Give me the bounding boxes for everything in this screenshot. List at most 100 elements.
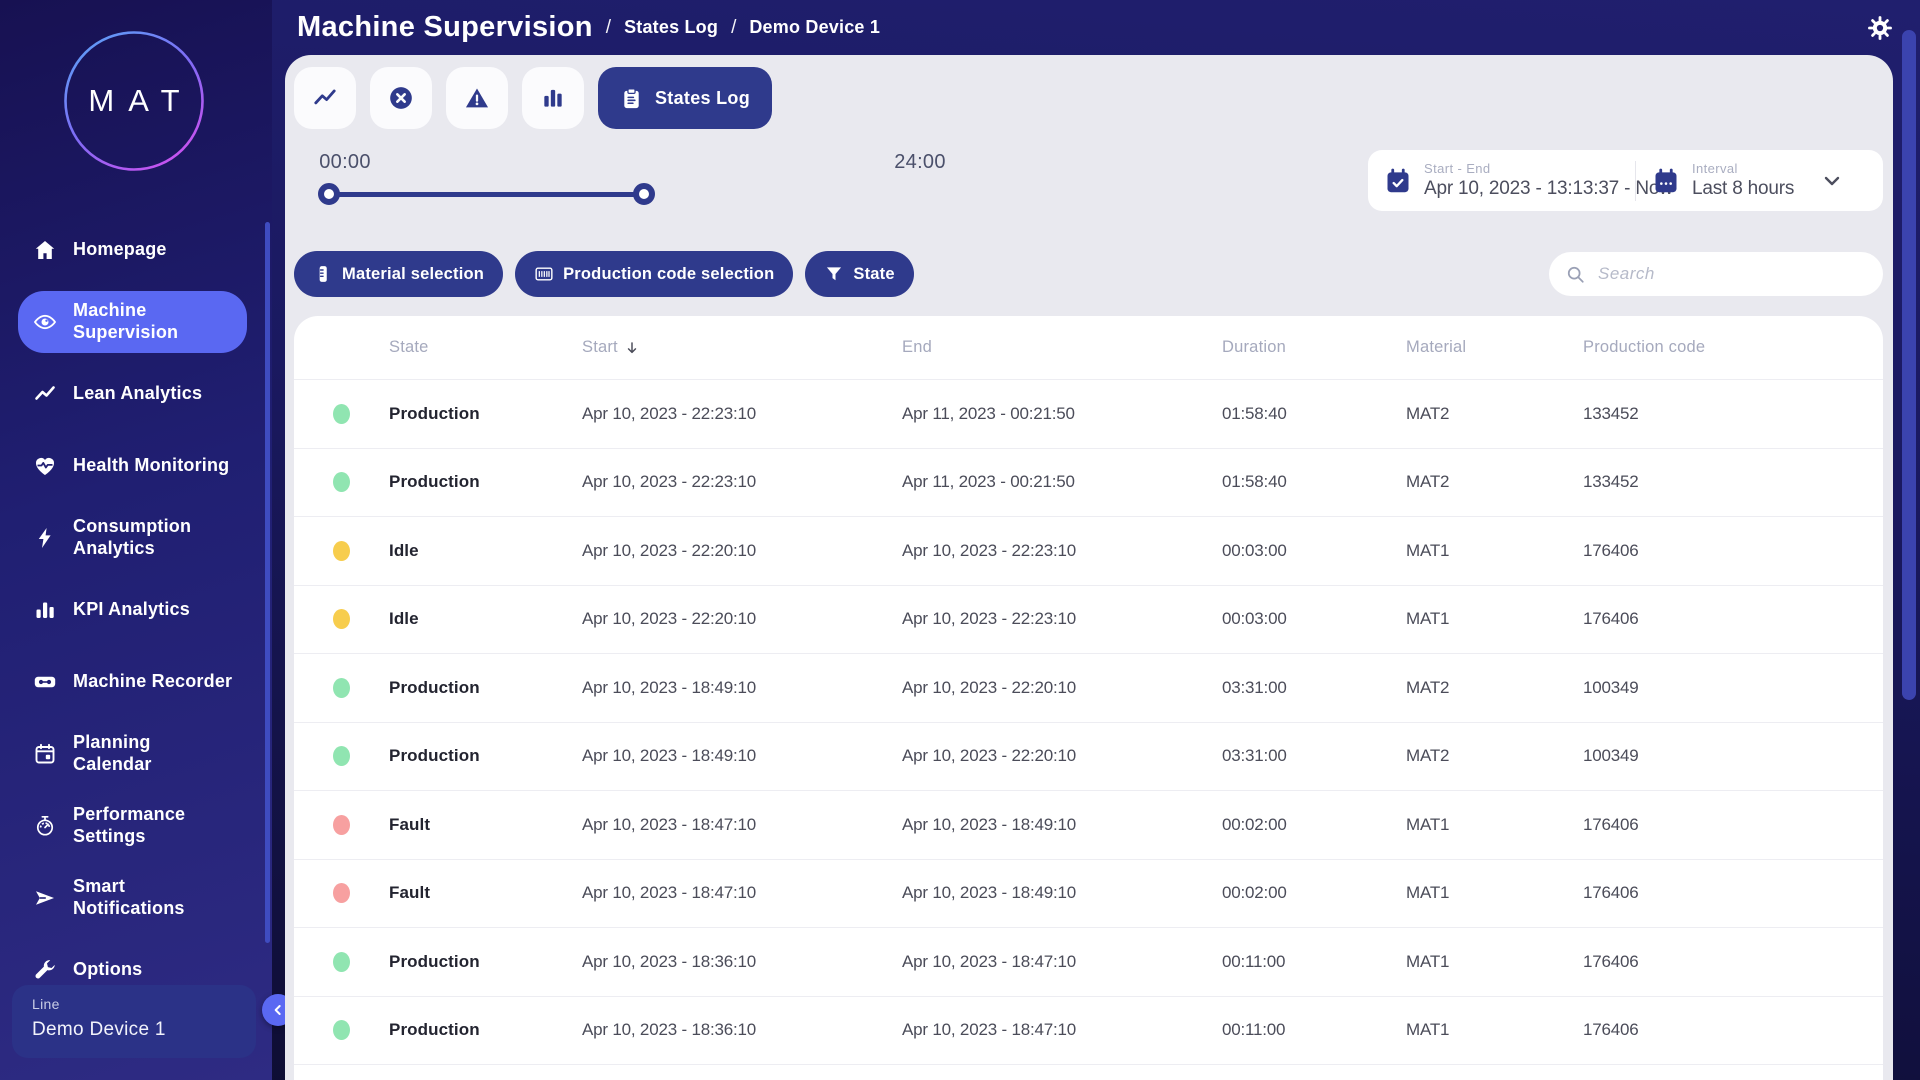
column-production-code[interactable]: Production code [1583,338,1883,357]
search-input[interactable] [1596,263,1867,285]
state-dot [333,952,350,972]
view-tabs: States Log [294,67,772,129]
cell-production-code: 133452 [1583,404,1883,424]
state-dot [333,609,350,629]
production-code-selection-button[interactable]: Production code selection [515,251,793,297]
cell-end: Apr 11, 2023 - 00:21:50 [902,472,1222,492]
time-slider-track[interactable] [329,192,644,197]
cell-end: Apr 10, 2023 - 18:47:10 [902,1020,1222,1040]
warning-triangle-icon [464,85,490,111]
cell-duration: 01:58:40 [1222,472,1406,492]
trend-line-icon [312,85,338,111]
trend-line-icon [33,382,57,406]
table-row[interactable]: Production Apr 10, 2023 - 22:23:10 Apr 1… [294,449,1883,518]
time-slider-handle-end[interactable] [633,183,655,205]
x-circle-icon [388,85,414,111]
state-dot [333,1020,350,1040]
sidebar-item-machine-recorder[interactable]: Machine Recorder [0,646,272,718]
sidebar-item-kpi-analytics[interactable]: KPI Analytics [0,574,272,646]
sidebar-item-machine-supervision[interactable]: Machine Supervision [18,291,247,353]
table-row[interactable]: Production Apr 10, 2023 - 22:23:10 Apr 1… [294,380,1883,449]
cell-production-code: 176406 [1583,541,1883,561]
tab-states-log[interactable]: States Log [598,67,772,129]
state-dot [333,541,350,561]
sidebar-item-homepage[interactable]: Homepage [0,214,272,286]
table-row[interactable]: Production Apr 10, 2023 - 18:49:10 Apr 1… [294,654,1883,723]
sidebar-item-lean-analytics[interactable]: Lean Analytics [0,358,272,430]
breadcrumb-demo-device[interactable]: Demo Device 1 [749,17,880,38]
cell-production-code: 100349 [1583,678,1883,698]
cell-duration: 00:02:00 [1222,883,1406,903]
cell-start: Apr 10, 2023 - 18:36:10 [582,952,902,972]
sidebar: MAT Homepage Machine Supervision Lean An… [0,0,272,1080]
state-dot [333,746,350,766]
sidebar-item-performance-settings[interactable]: Performance Settings [0,790,272,862]
cell-state: Production [389,746,582,766]
tab-faults[interactable] [370,67,432,129]
tab-warnings[interactable] [446,67,508,129]
table-row[interactable]: Fault Apr 10, 2023 - 18:47:10 Apr 10, 20… [294,791,1883,860]
state-dot [333,472,350,492]
column-start[interactable]: Start [582,338,902,357]
tab-kpi-bars[interactable] [522,67,584,129]
column-end[interactable]: End [902,338,1222,357]
column-duration[interactable]: Duration [1222,338,1406,357]
device-card[interactable]: Line Demo Device 1 [12,985,256,1058]
time-slider-handle-start[interactable] [318,183,340,205]
cell-start: Apr 10, 2023 - 22:20:10 [582,609,902,629]
sidebar-item-smart-notifications[interactable]: Smart Notifications [0,862,272,934]
cell-material: MAT1 [1406,952,1583,972]
column-state[interactable]: State [389,338,582,357]
cell-duration: 00:11:00 [1222,1020,1406,1040]
slider-end-label: 24:00 [875,151,965,174]
cell-production-code: 176406 [1583,952,1883,972]
table-row[interactable]: Fault Apr 10, 2023 - 18:47:10 Apr 10, 20… [294,860,1883,929]
sidebar-item-health-monitoring[interactable]: Health Monitoring [0,430,272,502]
sidebar-scrollbar[interactable] [265,222,270,943]
page-scrollbar[interactable] [1902,30,1916,700]
tab-trends[interactable] [294,67,356,129]
cell-end: Apr 10, 2023 - 22:23:10 [902,609,1222,629]
cell-material: MAT2 [1406,404,1583,424]
table-row[interactable]: Production Apr 10, 2023 - 18:49:10 Apr 1… [294,723,1883,792]
search-box [1549,252,1883,296]
chevron-left-icon [270,1002,286,1018]
interval-label: Interval [1692,161,1794,176]
calendar-icon [33,742,57,766]
cell-start: Apr 10, 2023 - 18:49:10 [582,746,902,766]
sidebar-nav: Homepage Machine Supervision Lean Analyt… [0,214,272,1006]
cell-material: MAT1 [1406,1020,1583,1040]
sidebar-item-consumption-analytics[interactable]: Consumption Analytics [0,502,272,574]
cell-start: Apr 10, 2023 - 18:36:10 [582,1020,902,1040]
cell-start: Apr 10, 2023 - 18:47:10 [582,815,902,835]
cell-end: Apr 10, 2023 - 22:20:10 [902,678,1222,698]
table-row[interactable]: Idle Apr 10, 2023 - 22:20:10 Apr 10, 202… [294,586,1883,655]
cell-start: Apr 10, 2023 - 18:47:10 [582,883,902,903]
heart-pulse-icon [33,454,57,478]
cell-end: Apr 10, 2023 - 18:47:10 [902,952,1222,972]
interval-dropdown[interactable]: Interval Last 8 hours [1636,150,1883,211]
cell-start: Apr 10, 2023 - 18:49:10 [582,678,902,698]
cell-duration: 01:58:40 [1222,404,1406,424]
cell-production-code: 176406 [1583,883,1883,903]
cassette-icon [33,670,57,694]
app-logo: MAT [63,30,205,172]
breadcrumb-states-log[interactable]: States Log [624,17,718,38]
state-button[interactable]: State [805,251,913,297]
calendar-dots-icon [1652,167,1680,195]
table-row[interactable]: Production Apr 10, 2023 - 18:36:10 Apr 1… [294,928,1883,997]
table-row[interactable]: Idle Apr 10, 2023 - 22:20:10 Apr 10, 202… [294,517,1883,586]
table-header: State Start End Duration Material Produc… [294,316,1883,380]
table-row[interactable]: Production Apr 10, 2023 - 18:36:10 Apr 1… [294,997,1883,1066]
breadcrumb-separator: / [731,17,736,39]
cell-end: Apr 10, 2023 - 22:20:10 [902,746,1222,766]
column-material[interactable]: Material [1406,338,1583,357]
sidebar-item-planning-calendar[interactable]: Planning Calendar [0,718,272,790]
search-icon [1565,264,1586,285]
material-selection-button[interactable]: Material selection [294,251,503,297]
start-end-picker[interactable]: Start - End Apr 10, 2023 - 13:13:37 - No… [1368,150,1635,211]
settings-gear-button[interactable] [1866,15,1894,43]
cell-start: Apr 10, 2023 - 22:20:10 [582,541,902,561]
cell-state: Production [389,404,582,424]
cell-production-code: 176406 [1583,1020,1883,1040]
